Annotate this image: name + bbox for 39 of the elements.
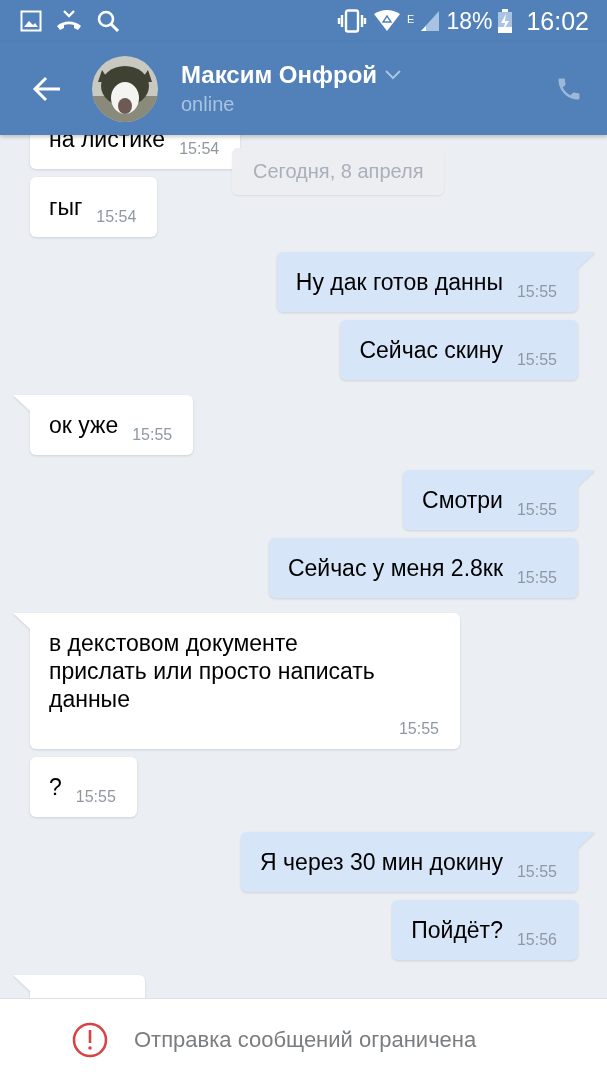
message-time: 15:55 [515,500,557,520]
message-time: 15:54 [178,139,220,159]
chevron-down-icon[interactable] [385,70,402,80]
message-text: ок уже [49,411,119,439]
message-time: 15:55 [131,425,173,445]
vibrate-icon [337,9,368,33]
message-text: в декстовом документе прислать или просто написать данные [49,629,376,713]
message-time: 15:55 [515,350,557,370]
message-text: на листике [49,135,166,153]
warning-icon [72,1021,108,1058]
message-text: Сейчас у меня 2.8кк [287,554,503,582]
battery-charging-icon [498,9,513,33]
message-time: 15:55 [515,568,557,588]
image-icon [20,10,42,32]
clock: 16:02 [526,6,589,36]
search-icon [96,9,120,33]
message-time: 15:55 [74,787,116,807]
message-text: Сейчас скину [359,336,503,364]
contact-name: Максим Онфрой [181,61,378,89]
message-time: 15:55 [397,719,439,739]
back-button[interactable] [32,75,62,102]
message-time: 15:56 [515,930,557,950]
message-text: гыг [49,193,83,221]
message-text: Я через 30 мин докину [260,848,503,876]
message-text: Ну дак готов данны [295,268,503,296]
message-time: 15:54 [95,207,137,227]
message-time: 15:55 [515,862,557,882]
missed-call-icon [56,9,82,33]
signal-icon [420,10,441,32]
message-text: Смотри [422,486,503,514]
wifi-icon [373,10,402,32]
notice-text: Отправка сообщений ограничена [134,1026,477,1053]
battery-level: 18% [446,7,493,35]
date-badge: Сегодня, 8 апреля [232,148,445,195]
message-time: 15:55 [515,282,557,302]
message-text: ? [49,773,62,801]
message-text: Пойдёт? [411,916,503,944]
network-type: E [407,12,415,25]
contact-status: online [181,93,236,116]
